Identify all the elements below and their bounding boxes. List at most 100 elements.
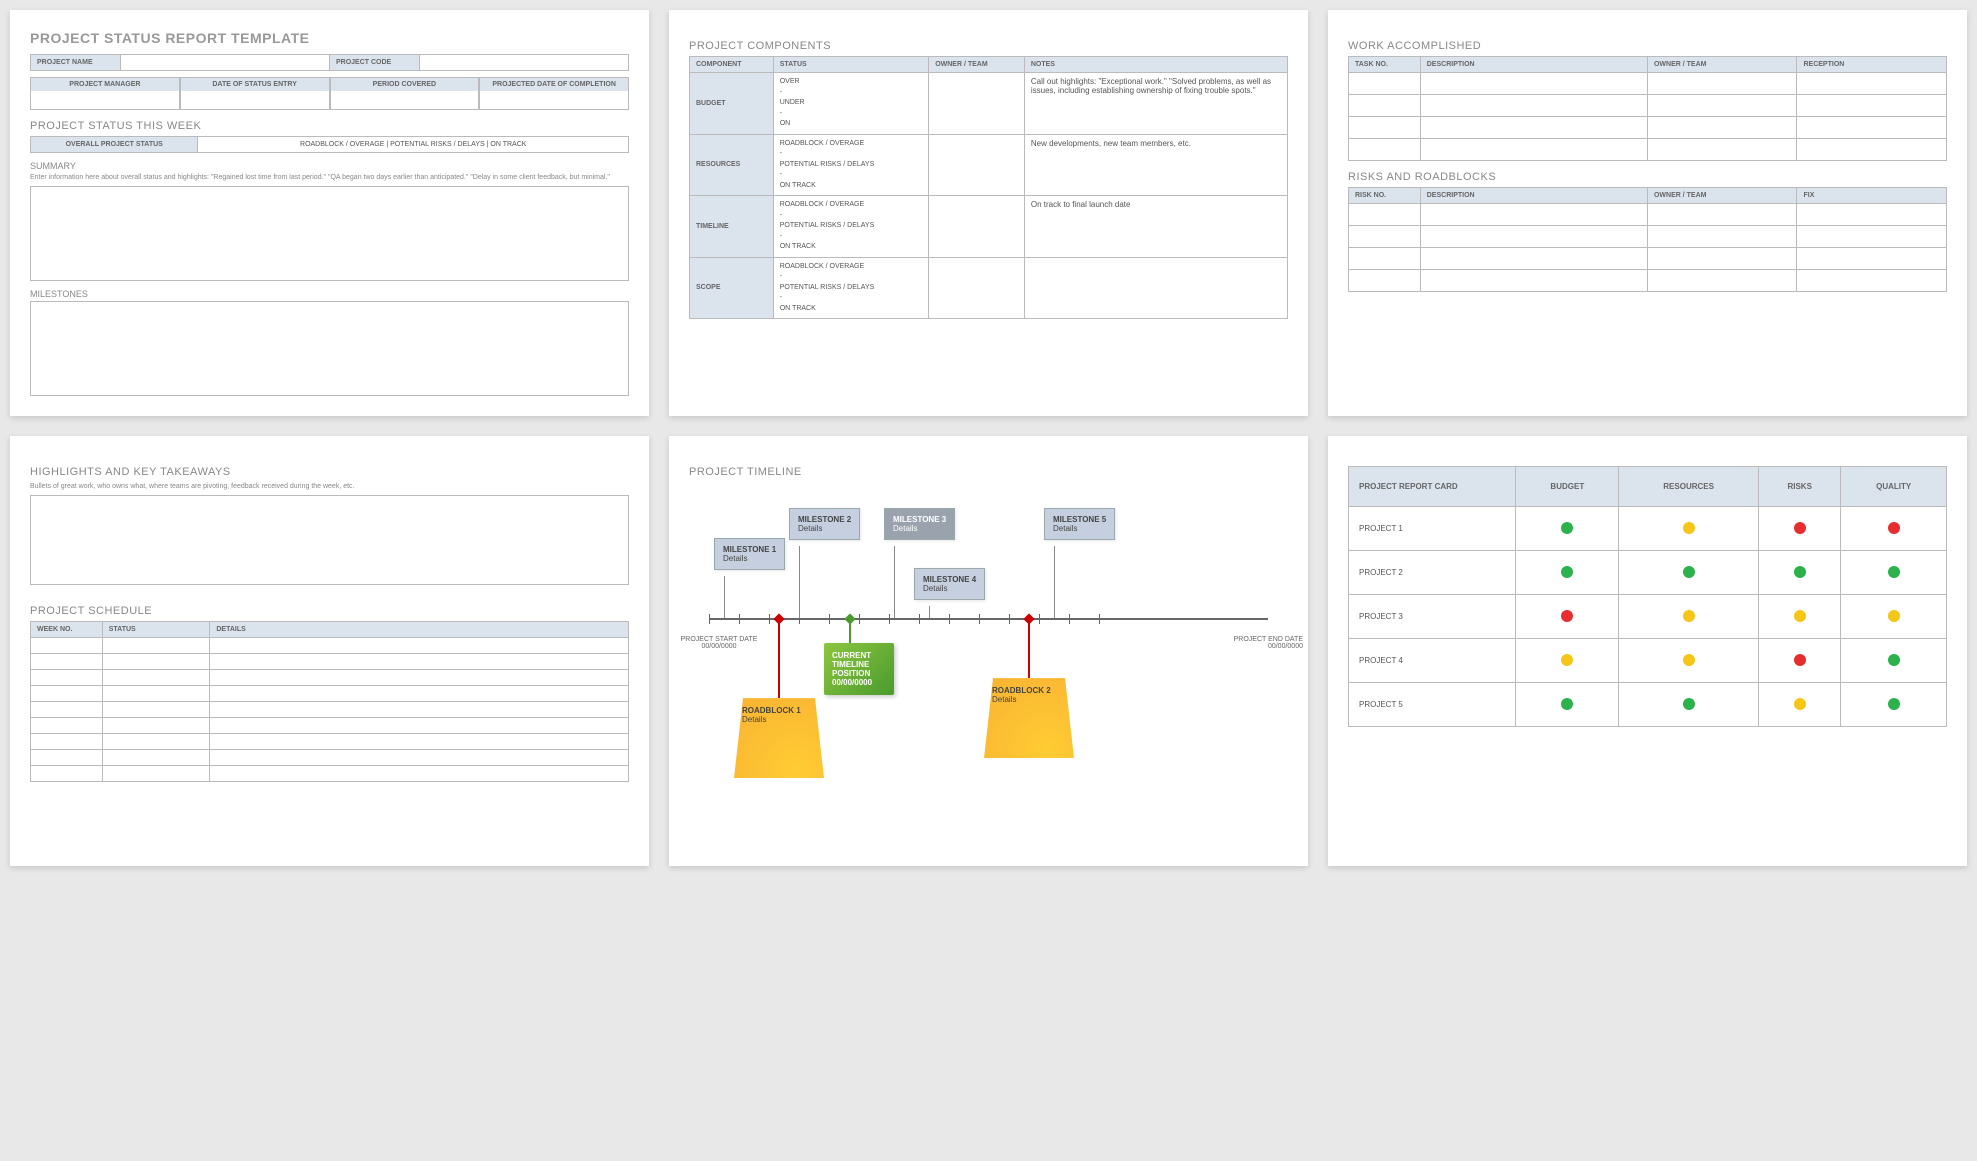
rc-project: PROJECT 5: [1349, 683, 1516, 727]
table-row[interactable]: [1349, 248, 1947, 270]
pm-lbl: PROJECT MANAGER: [31, 78, 179, 91]
status-week-title: PROJECT STATUS THIS WEEK: [30, 120, 629, 132]
status-ye-icon: [1794, 610, 1806, 622]
resources-status[interactable]: ROADBLOCK / OVERAGE - POTENTIAL RISKS / …: [773, 134, 928, 196]
page-timeline: PROJECT TIMELINE MILESTONE 1Details MILE…: [669, 436, 1308, 866]
risk-title: RISKS AND ROADBLOCKS: [1348, 171, 1947, 183]
table-row[interactable]: [31, 734, 629, 750]
risk-col1: DESCRIPTION: [1420, 188, 1647, 204]
meta-row: PROJECT MANAGER DATE OF STATUS ENTRY PER…: [30, 77, 629, 110]
proj-date-val[interactable]: [480, 91, 628, 109]
col-owner: OWNER / TEAM: [929, 57, 1025, 73]
status-dot: [1619, 683, 1759, 727]
stem: [894, 546, 895, 618]
proj-code-val[interactable]: [419, 55, 628, 71]
status-dot: [1759, 507, 1841, 551]
end-label: PROJECT END DATE00/00/0000: [1213, 636, 1303, 650]
table-row: PROJECT 2: [1349, 551, 1947, 595]
status-ye-icon: [1683, 522, 1695, 534]
table-row[interactable]: [1349, 117, 1947, 139]
pm-val[interactable]: [31, 91, 179, 109]
status-gr-icon: [1683, 698, 1695, 710]
milestones-box[interactable]: [30, 301, 629, 396]
timeline-notes[interactable]: On track to final launch date: [1024, 196, 1287, 258]
row-timeline: TIMELINE ROADBLOCK / OVERAGE - POTENTIAL…: [690, 196, 1288, 258]
title: PROJECT STATUS REPORT TEMPLATE: [30, 30, 629, 46]
budget-notes[interactable]: Call out highlights: "Exceptional work."…: [1024, 73, 1287, 135]
milestone-2: MILESTONE 2Details: [789, 508, 860, 540]
table-row[interactable]: [31, 638, 629, 654]
table-row: PROJECT 1: [1349, 507, 1947, 551]
status-dot: [1759, 639, 1841, 683]
table-row[interactable]: [31, 750, 629, 766]
start-label: PROJECT START DATE00/00/0000: [674, 636, 764, 650]
table-row[interactable]: [1349, 139, 1947, 161]
date-entry-lbl: DATE OF STATUS ENTRY: [181, 78, 329, 91]
milestone-5: MILESTONE 5Details: [1044, 508, 1115, 540]
timeline-status[interactable]: ROADBLOCK / OVERAGE - POTENTIAL RISKS / …: [773, 196, 928, 258]
scope-owner[interactable]: [929, 257, 1025, 319]
budget-status[interactable]: OVER - UNDER - ON: [773, 73, 928, 135]
milestone-3: MILESTONE 3Details: [884, 508, 955, 540]
proj-name-val[interactable]: [120, 55, 329, 71]
status-dot: [1516, 595, 1619, 639]
stem: [1054, 546, 1055, 618]
timeline-axis: [709, 618, 1268, 620]
col-component: COMPONENT: [690, 57, 774, 73]
rc-project: PROJECT 3: [1349, 595, 1516, 639]
table-row[interactable]: [31, 686, 629, 702]
timeline-owner[interactable]: [929, 196, 1025, 258]
resources-owner[interactable]: [929, 134, 1025, 196]
status-dot: [1516, 683, 1619, 727]
period-lbl: PERIOD COVERED: [331, 78, 479, 91]
tick: [709, 614, 710, 624]
scope-status[interactable]: ROADBLOCK / OVERAGE - POTENTIAL RISKS / …: [773, 257, 928, 319]
table-row[interactable]: [31, 670, 629, 686]
rc-project: PROJECT 2: [1349, 551, 1516, 595]
scope-notes[interactable]: [1024, 257, 1287, 319]
date-entry-val[interactable]: [181, 91, 329, 109]
table-row: PROJECT 3: [1349, 595, 1947, 639]
overall-options[interactable]: ROADBLOCK / OVERAGE | POTENTIAL RISKS / …: [198, 137, 629, 153]
status-gr-icon: [1561, 522, 1573, 534]
period-val[interactable]: [331, 91, 479, 109]
risk-col0: RISK NO.: [1349, 188, 1421, 204]
tick: [829, 614, 830, 624]
sched-title: PROJECT SCHEDULE: [30, 605, 629, 617]
project-name-code: PROJECT NAME PROJECT CODE: [30, 54, 629, 71]
milestone-1: MILESTONE 1Details: [714, 538, 785, 570]
timeline-title: PROJECT TIMELINE: [689, 466, 1288, 478]
budget-owner[interactable]: [929, 73, 1025, 135]
table-row[interactable]: [31, 702, 629, 718]
resources-notes[interactable]: New developments, new team members, etc.: [1024, 134, 1287, 196]
table-row[interactable]: [1349, 204, 1947, 226]
col-notes: NOTES: [1024, 57, 1287, 73]
table-row[interactable]: [1349, 226, 1947, 248]
page-components: PROJECT COMPONENTS COMPONENT STATUS OWNE…: [669, 10, 1308, 416]
risk-col2: OWNER / TEAM: [1647, 188, 1797, 204]
status-rd-icon: [1888, 522, 1900, 534]
row-scope: SCOPE ROADBLOCK / OVERAGE - POTENTIAL RI…: [690, 257, 1288, 319]
table-row[interactable]: [1349, 95, 1947, 117]
table-row[interactable]: [31, 718, 629, 734]
proj-name-lbl: PROJECT NAME: [31, 55, 121, 71]
risk-table: RISK NO. DESCRIPTION OWNER / TEAM FIX: [1348, 187, 1947, 292]
table-row: PROJECT 5: [1349, 683, 1947, 727]
table-row: PROJECT 4: [1349, 639, 1947, 683]
status-gr-icon: [1683, 566, 1695, 578]
table-row[interactable]: [31, 654, 629, 670]
status-dot: [1841, 595, 1947, 639]
highlights-box[interactable]: [30, 495, 629, 585]
table-row[interactable]: [1349, 270, 1947, 292]
overall-lbl: OVERALL PROJECT STATUS: [31, 137, 198, 153]
timeline-lbl: TIMELINE: [690, 196, 774, 258]
status-dot: [1841, 507, 1947, 551]
table-row[interactable]: [1349, 73, 1947, 95]
row-budget: BUDGET OVER - UNDER - ON Call out highli…: [690, 73, 1288, 135]
rc-project: PROJECT 4: [1349, 639, 1516, 683]
summary-box[interactable]: [30, 186, 629, 281]
status-rd-icon: [1794, 522, 1806, 534]
roadblock-1: ROADBLOCK 1 Details: [734, 698, 824, 778]
table-row[interactable]: [31, 766, 629, 782]
tick: [1099, 614, 1100, 624]
